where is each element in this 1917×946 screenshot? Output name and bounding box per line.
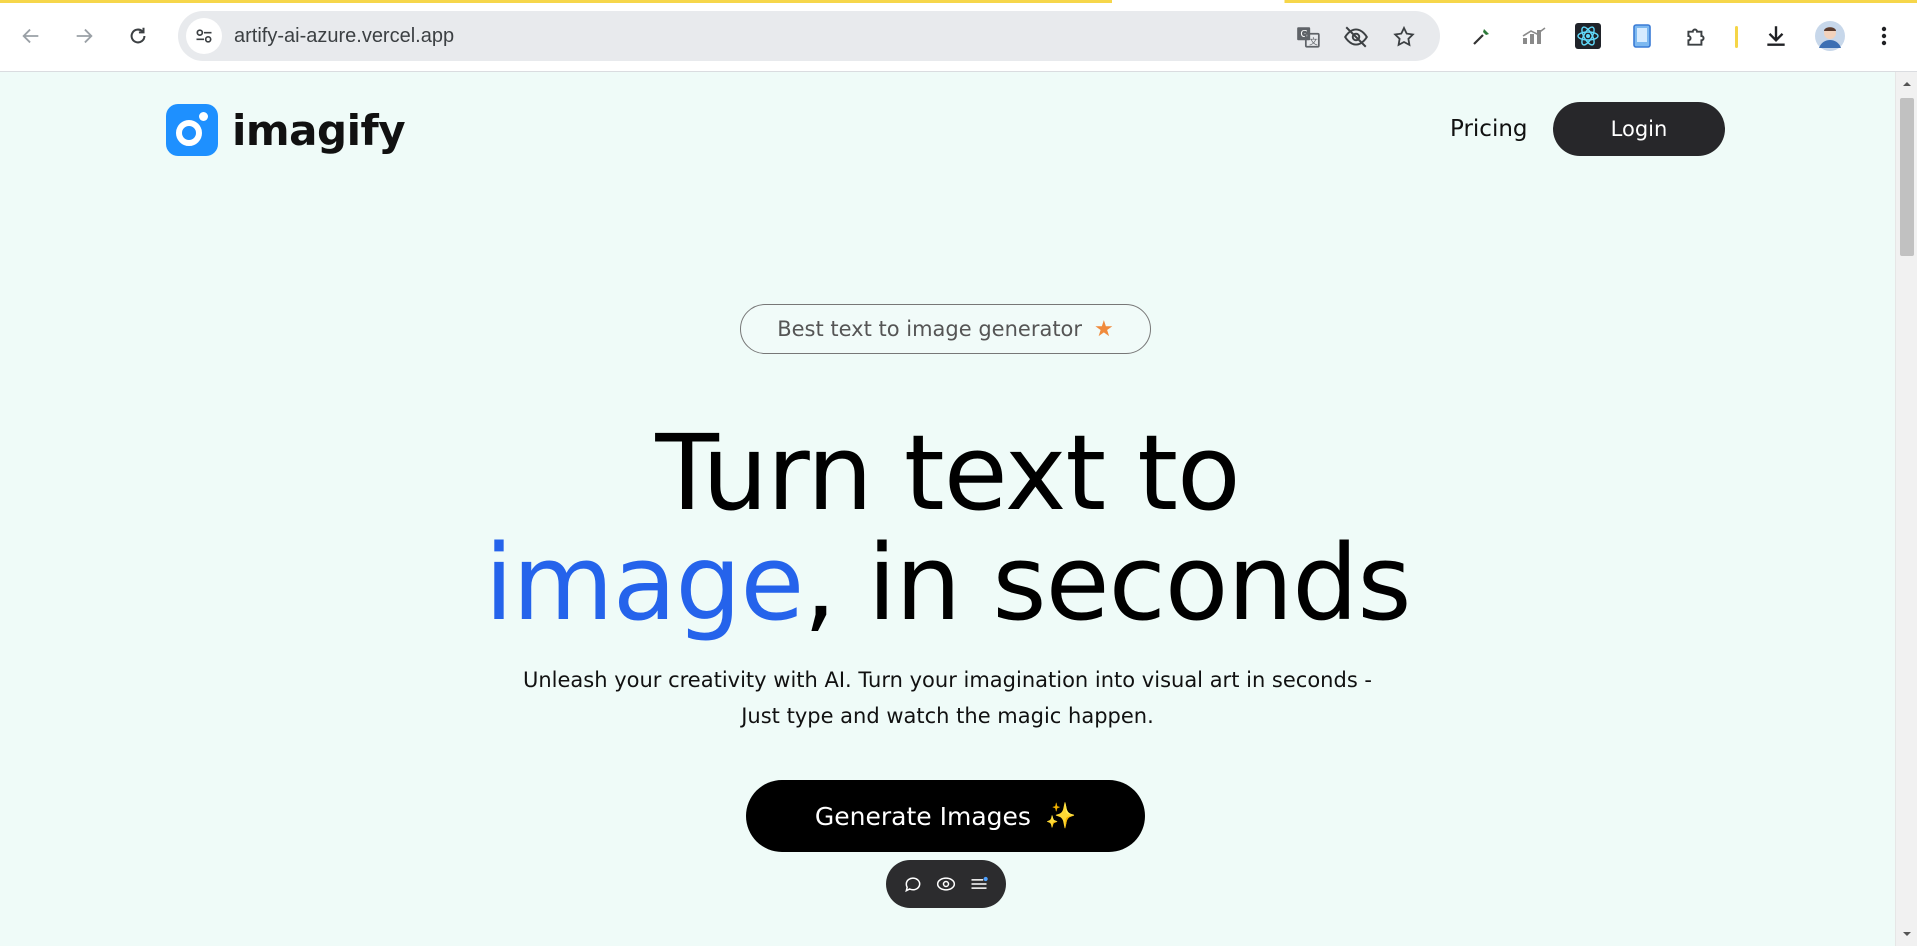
puzzle-icon (1687, 28, 1705, 46)
forward-icon (76, 28, 93, 44)
star-icon: ★ (1094, 316, 1114, 342)
sparkles-icon: ✨ (1044, 801, 1077, 830)
logo-text: imagify (232, 105, 406, 155)
reload-button[interactable] (120, 18, 156, 54)
loading-bar (0, 0, 1917, 3)
list-menu-icon[interactable] (969, 874, 989, 894)
generate-images-button[interactable]: Generate Images ✨ (746, 780, 1145, 852)
eye-off-button[interactable] (1342, 23, 1370, 51)
floating-toolbar (886, 860, 1006, 908)
eye-icon[interactable] (936, 874, 956, 894)
download-icon (1767, 26, 1785, 46)
forward-button[interactable] (66, 18, 102, 54)
chart-icon (1522, 27, 1546, 44)
cta-label: Generate Images (814, 801, 1031, 831)
scrollbar-thumb[interactable] (1900, 98, 1914, 256)
eyedropper-extension[interactable] (1466, 20, 1498, 52)
address-bar[interactable]: artify-ai-azure.vercel.app G文 (178, 11, 1440, 61)
eye-off-icon (1344, 26, 1368, 48)
bookmark-button[interactable] (1390, 23, 1418, 51)
reload-icon (130, 27, 146, 44)
site-info-icon (196, 29, 212, 43)
star-icon (1393, 25, 1415, 47)
headline-line-1: Turn text to (655, 412, 1240, 534)
extensions-button[interactable] (1680, 20, 1712, 52)
scroll-up-icon[interactable] (1901, 78, 1913, 90)
profile-button[interactable] (1814, 20, 1846, 52)
scroll-down-icon[interactable] (1901, 928, 1913, 940)
svg-text:文: 文 (1309, 36, 1318, 48)
subtitle-line-1: Unleash your creativity with AI. Turn yo… (522, 668, 1373, 692)
subtitle-line-2: Just type and watch the magic happen. (741, 704, 1154, 728)
headline-rest: , in seconds (803, 522, 1411, 644)
logo[interactable]: imagify (166, 104, 406, 156)
site-info-button[interactable] (186, 18, 222, 54)
responsive-extension[interactable] (1626, 20, 1658, 52)
url-text[interactable]: artify-ai-azure.vercel.app (234, 25, 454, 48)
login-button[interactable]: Login (1553, 102, 1725, 156)
translate-icon: G文 (1297, 27, 1320, 48)
react-devtools-extension[interactable] (1572, 20, 1604, 52)
toolbar-divider (1735, 26, 1738, 48)
pricing-link[interactable]: Pricing (1450, 116, 1528, 142)
chart-extension[interactable] (1518, 20, 1550, 52)
react-icon (1575, 23, 1601, 49)
page-viewport: imagify Pricing Login Best text to image… (0, 72, 1895, 946)
phone-icon (1633, 24, 1651, 48)
browser-menu-button[interactable] (1868, 20, 1900, 52)
downloads-button[interactable] (1760, 20, 1792, 52)
headline-accent: image (484, 522, 804, 644)
back-button[interactable] (13, 18, 49, 54)
comment-icon[interactable] (903, 874, 923, 894)
eyedropper-icon (1473, 29, 1489, 45)
headline-line-2: image, in seconds (0, 522, 1895, 644)
badge-text: Best text to image generator (777, 317, 1083, 341)
menu-icon (1881, 26, 1887, 46)
back-icon (22, 28, 39, 44)
browser-toolbar: artify-ai-azure.vercel.app G文 (0, 0, 1917, 72)
translate-button[interactable]: G文 (1294, 23, 1322, 51)
logo-icon (166, 104, 218, 156)
page-scrollbar[interactable] (1895, 72, 1917, 946)
hero-badge: Best text to image generator ★ (740, 304, 1151, 354)
avatar (1815, 21, 1845, 51)
